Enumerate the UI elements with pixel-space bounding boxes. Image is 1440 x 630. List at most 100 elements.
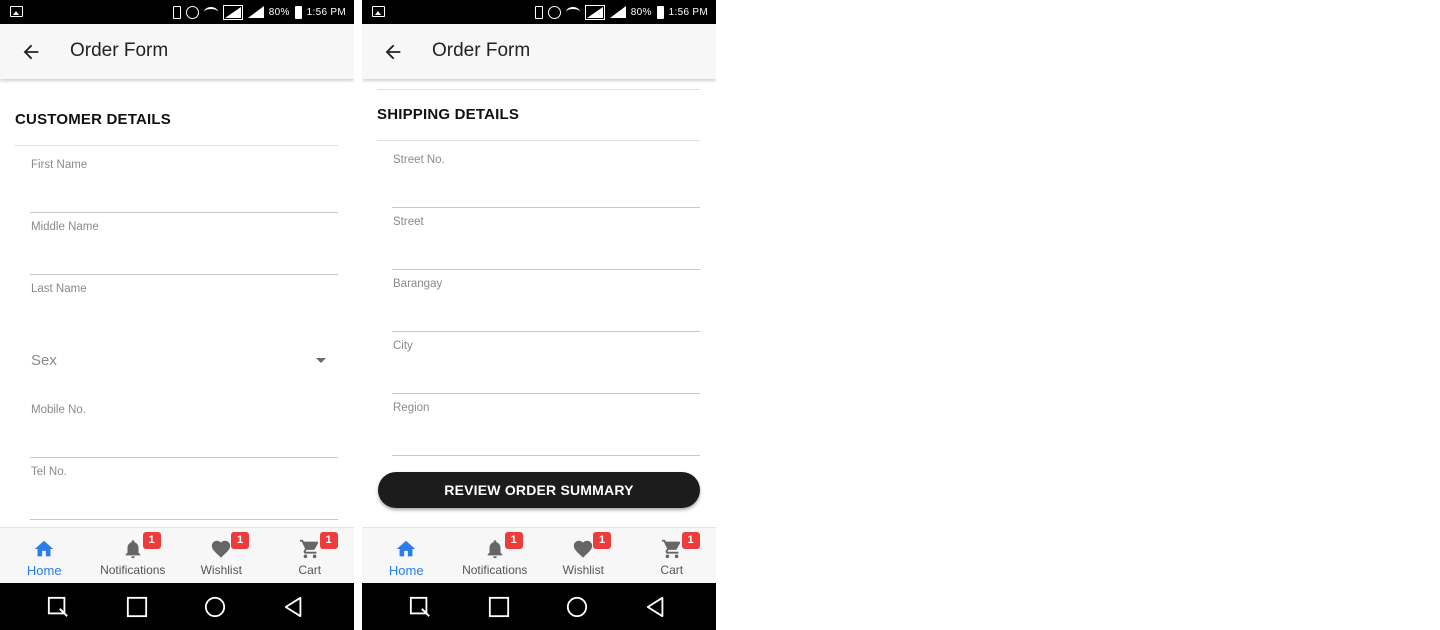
street-no-input[interactable] xyxy=(392,172,700,196)
home-icon xyxy=(35,540,54,557)
square-icon[interactable] xyxy=(126,596,148,618)
field-label: City xyxy=(393,340,413,352)
signal-icon xyxy=(222,4,243,20)
clock: 1:56 PM xyxy=(306,6,346,18)
section-title-customer: CUSTOMER DETAILS xyxy=(15,111,171,128)
battery-percent: 80% xyxy=(268,6,290,18)
nav-label: Cart xyxy=(298,563,322,577)
battery-icon xyxy=(294,5,302,19)
street-no-field[interactable]: Street No. xyxy=(392,146,700,208)
form-content: SHIPPING DETAILS Street No. Street Baran… xyxy=(362,79,716,527)
nav-label: Home xyxy=(388,563,424,578)
barangay-input[interactable] xyxy=(392,296,700,320)
first-name-input[interactable] xyxy=(30,177,338,201)
field-label: Tel No. xyxy=(31,466,67,478)
section-divider xyxy=(377,140,700,141)
tel-no-field[interactable]: Tel No. xyxy=(30,458,338,520)
nav-item-home[interactable]: Home xyxy=(0,528,89,583)
first-name-field[interactable]: First Name xyxy=(30,151,338,213)
section-divider xyxy=(377,89,700,90)
tel-no-input[interactable] xyxy=(30,484,338,508)
back-arrow-icon[interactable] xyxy=(20,41,42,63)
nav-item-wishlist[interactable]: 1 Wishlist xyxy=(177,528,266,583)
section-title-shipping: SHIPPING DETAILS xyxy=(377,106,520,123)
last-name-field[interactable]: Last Name xyxy=(30,275,338,337)
nav-label: Cart xyxy=(660,563,684,577)
review-order-summary-button[interactable]: REVIEW ORDER SUMMARY xyxy=(378,472,700,508)
field-label: Region xyxy=(393,402,430,414)
bottom-nav: Home 1 Notifications 1 Wishlist 1 Cart xyxy=(362,527,716,583)
circle-icon[interactable] xyxy=(566,596,588,618)
notification-badge: 1 xyxy=(142,532,161,549)
field-label: Street No. xyxy=(393,154,445,166)
cart-badge: 1 xyxy=(319,532,338,549)
nav-item-notifications[interactable]: 1 Notifications xyxy=(89,528,178,583)
field-label: Barangay xyxy=(393,278,443,290)
cart-icon xyxy=(299,539,319,559)
street-input[interactable] xyxy=(392,234,700,258)
nav-item-cart[interactable]: 1 Cart xyxy=(266,528,355,583)
street-field[interactable]: Street xyxy=(392,208,700,270)
clock: 1:56 PM xyxy=(668,6,708,18)
page-title: Order Form xyxy=(432,40,531,61)
notification-badge: 1 xyxy=(504,532,523,549)
search-icon[interactable] xyxy=(409,596,431,618)
field-underline xyxy=(30,519,338,520)
back-arrow-icon[interactable] xyxy=(382,41,404,63)
mobile-no-field[interactable]: Mobile No. xyxy=(30,396,338,458)
mobile-no-input[interactable] xyxy=(30,422,338,446)
nav-label: Wishlist xyxy=(200,563,242,577)
heart-icon xyxy=(574,540,593,558)
app-bar: Order Form xyxy=(362,24,716,79)
app-bar: Order Form xyxy=(0,24,354,79)
form-content: CUSTOMER DETAILS First Name Middle Name … xyxy=(0,79,354,527)
nav-label: Notifications xyxy=(462,563,528,577)
vibrate-icon xyxy=(172,5,181,19)
status-bar: 80% 1:56 PM xyxy=(0,0,354,24)
system-navigation-bar xyxy=(0,583,354,630)
city-input[interactable] xyxy=(392,358,700,382)
search-icon[interactable] xyxy=(47,596,69,618)
middle-name-field[interactable]: Middle Name xyxy=(30,213,338,275)
wifi-icon xyxy=(203,7,218,17)
bell-icon xyxy=(125,540,141,559)
city-field[interactable]: City xyxy=(392,332,700,394)
phone-screen-customer: 80% 1:56 PM Order Form CUSTOMER DETAILS … xyxy=(0,0,354,630)
last-name-input[interactable] xyxy=(30,301,338,325)
region-field[interactable]: Region xyxy=(392,394,700,456)
field-label: Mobile No. xyxy=(31,404,86,416)
sex-select[interactable]: Sex xyxy=(30,334,338,386)
middle-name-input[interactable] xyxy=(30,239,338,263)
bottom-nav: Home 1 Notifications 1 Wishlist 1 Cart xyxy=(0,527,354,583)
battery-icon xyxy=(656,5,664,19)
system-navigation-bar xyxy=(362,583,716,630)
region-input[interactable] xyxy=(392,420,700,444)
alarm-icon xyxy=(185,5,199,19)
back-triangle-icon[interactable] xyxy=(645,596,667,618)
wishlist-badge: 1 xyxy=(593,532,611,549)
page-title: Order Form xyxy=(70,40,169,61)
signal-secondary-icon xyxy=(609,6,626,18)
back-triangle-icon[interactable] xyxy=(283,596,305,618)
circle-icon[interactable] xyxy=(204,596,226,618)
vibrate-icon xyxy=(534,5,543,19)
status-bar: 80% 1:56 PM xyxy=(362,0,716,24)
nav-item-wishlist[interactable]: 1 Wishlist xyxy=(539,528,628,583)
field-underline xyxy=(392,455,700,456)
barangay-field[interactable]: Barangay xyxy=(392,270,700,332)
nav-label: Notifications xyxy=(100,563,166,577)
nav-item-home[interactable]: Home xyxy=(362,528,451,583)
square-icon[interactable] xyxy=(488,596,510,618)
field-label: Middle Name xyxy=(31,221,99,233)
nav-item-cart[interactable]: 1 Cart xyxy=(628,528,717,583)
signal-secondary-icon xyxy=(247,6,264,18)
image-notification-icon xyxy=(10,6,23,17)
nav-label: Wishlist xyxy=(562,563,604,577)
alarm-icon xyxy=(547,5,561,19)
sex-select-placeholder: Sex xyxy=(31,352,57,369)
battery-percent: 80% xyxy=(630,6,652,18)
caret-down-icon[interactable] xyxy=(316,358,326,363)
nav-item-notifications[interactable]: 1 Notifications xyxy=(451,528,540,583)
heart-icon xyxy=(212,540,231,558)
cart-badge: 1 xyxy=(681,532,700,549)
